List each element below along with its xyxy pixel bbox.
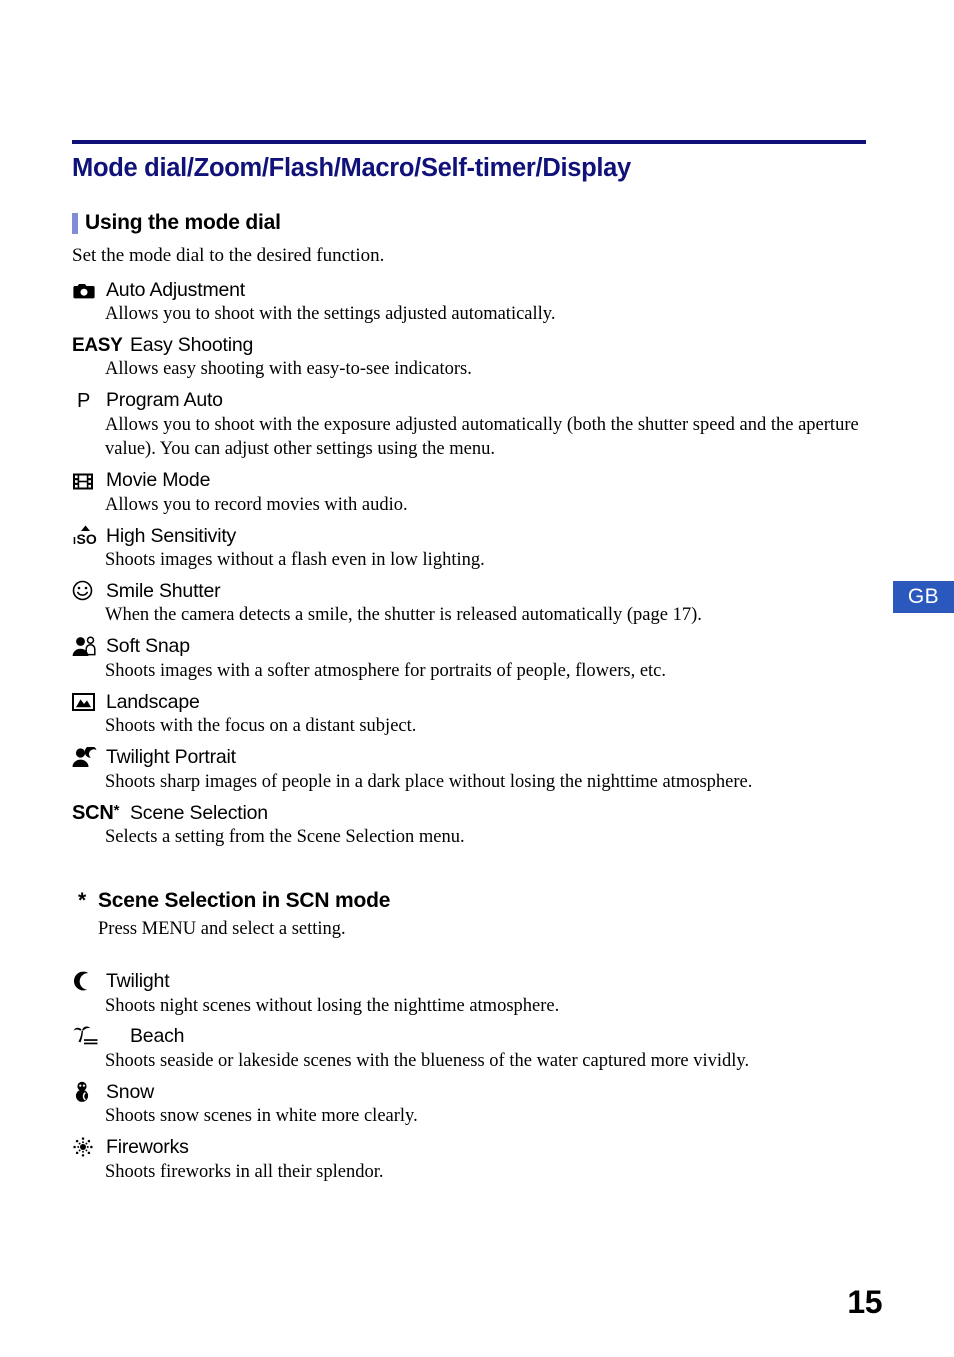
scene-entry-snow: Snow Shoots snow scenes in white more cl… (72, 1078, 866, 1128)
scene-section-heading-label: Scene Selection in SCN mode (98, 889, 391, 913)
mode-entry-auto-adjustment: Auto Adjustment Allows you to shoot with… (72, 276, 866, 326)
mode-entry-label: Movie Mode (106, 469, 211, 492)
mode-entry-description: Allows you to shoot with the settings ad… (105, 304, 556, 324)
scene-entry-beach: Beach Shoots seaside or lakeside scenes … (72, 1023, 866, 1073)
mode-entry-head: I SO High Sensitivity (72, 522, 866, 546)
mode-entry-description: Allows you to record movies with audio. (105, 494, 408, 515)
mode-entry-description: Shoots sharp images of people in a dark … (105, 771, 753, 792)
scn-text-icon: SCN* (72, 801, 126, 823)
title-rule (72, 140, 866, 144)
region-tab-gb: GB (893, 581, 954, 613)
mode-entry-head: P Program Auto (72, 387, 866, 411)
scene-entry-head: Twilight (72, 968, 866, 992)
mode-entry-description: Allows easy shooting with easy-to-see in… (105, 359, 472, 380)
program-p-icon: P (72, 389, 102, 411)
mode-entry-label: Smile Shutter (106, 579, 221, 602)
scene-entry-head: Fireworks (72, 1134, 866, 1158)
mode-entry-head: Smile Shutter (72, 577, 866, 601)
mode-entry-label: Auto Adjustment (106, 278, 246, 301)
mode-entry-head: EASY Easy Shooting (72, 331, 866, 355)
easy-text-icon: EASY (72, 333, 126, 355)
svg-text:SO: SO (77, 531, 97, 546)
crescent-moon-icon (72, 970, 102, 992)
mode-entry-scene-selection: SCN* Scene Selection Selects a setting f… (72, 799, 866, 849)
mode-entry-easy-shooting: EASY Easy Shooting Allows easy shooting … (72, 331, 866, 381)
mountain-landscape-icon (72, 690, 102, 712)
scene-entry-fireworks: Fireworks Shoots fireworks in all their … (72, 1134, 866, 1184)
scene-entry-label: Twilight (106, 970, 170, 993)
scene-entry-description: Shoots seaside or lakeside scenes with t… (105, 1050, 750, 1071)
film-strip-icon (72, 469, 102, 491)
page-content: Mode dial/Zoom/Flash/Macro/Self-timer/Di… (72, 140, 866, 1189)
program-p-glyph: P (77, 389, 91, 412)
scene-section-subtitle: Press MENU and select a setting. (98, 919, 346, 940)
scene-entry-twilight: Twilight Shoots night scenes without los… (72, 968, 866, 1018)
mode-entry-head: Auto Adjustment (72, 276, 866, 300)
mode-entry-head: Soft Snap (72, 633, 866, 657)
mode-entry-label: Program Auto (106, 389, 223, 412)
scn-asterisk: * (113, 802, 120, 820)
mode-entry-description: Shoots images with a softer atmosphere f… (105, 660, 667, 681)
mode-entry-high-sensitivity: I SO High Sensitivity Shoots images with… (72, 522, 866, 572)
mode-entry-movie-mode: Movie Mode Allows you to record movies w… (72, 467, 866, 517)
page-title: Mode dial/Zoom/Flash/Macro/Self-timer/Di… (72, 154, 631, 182)
section-heading-label: Using the mode dial (85, 211, 281, 235)
scn-text-glyph: SCN* (72, 803, 119, 823)
scene-entry-label: Beach (130, 1025, 185, 1048)
easy-text-glyph: EASY (72, 335, 123, 357)
scene-entry-label: Snow (106, 1080, 154, 1103)
section-heading-marker (72, 212, 78, 234)
palm-tree-beach-icon (72, 1025, 126, 1047)
scene-entry-description: Shoots snow scenes in white more clearly… (105, 1106, 418, 1127)
snowman-icon (72, 1080, 102, 1103)
mode-entry-label: High Sensitivity (106, 524, 237, 547)
scene-entry-head: Beach (72, 1023, 866, 1047)
mode-entry-label: Twilight Portrait (106, 746, 236, 769)
scene-section-heading: * Scene Selection in SCN mode (72, 889, 866, 913)
mode-entry-head: Movie Mode (72, 467, 866, 491)
mode-entry-label: Soft Snap (106, 635, 190, 658)
scene-entry-description: Shoots night scenes without losing the n… (105, 995, 560, 1016)
mode-entry-soft-snap: Soft Snap Shoots images with a softer at… (72, 633, 866, 683)
scene-selection-section: * Scene Selection in SCN mode Press MENU… (72, 889, 866, 1184)
mode-entry-label: Scene Selection (130, 801, 268, 824)
iso-high-sensitivity-icon: I SO (72, 524, 102, 546)
asterisk-mark: * (78, 889, 86, 913)
mode-entry-label: Landscape (106, 690, 200, 713)
mode-entry-head: Twilight Portrait (72, 744, 866, 768)
section-intro: Set the mode dial to the desired functio… (72, 245, 385, 267)
mode-entry-program-auto: P Program Auto Allows you to shoot with … (72, 387, 866, 462)
scn-letters: SCN (72, 802, 114, 825)
mode-entry-head: Landscape (72, 688, 866, 712)
person-moon-icon (72, 746, 102, 768)
mode-entry-label: Easy Shooting (130, 333, 254, 356)
camera-auto-icon (72, 278, 102, 300)
scene-entry-head: Snow (72, 1078, 866, 1103)
mode-entry-description: Shoots with the focus on a distant subje… (105, 716, 417, 737)
page-number: 15 (847, 1284, 882, 1320)
fireworks-burst-icon (72, 1136, 102, 1158)
mode-entry-description: When the camera detects a smile, the shu… (105, 605, 702, 626)
manual-page: Mode dial/Zoom/Flash/Macro/Self-timer/Di… (0, 0, 954, 1357)
mode-entry-twilight-portrait: Twilight Portrait Shoots sharp images of… (72, 744, 866, 794)
section-heading: Using the mode dial (72, 211, 866, 235)
two-people-icon (72, 635, 102, 657)
scene-entry-description: Shoots fireworks in all their splendor. (105, 1161, 384, 1182)
smiley-face-icon (72, 579, 102, 601)
mode-entry-description: Selects a setting from the Scene Selecti… (105, 827, 465, 848)
scene-entry-label: Fireworks (106, 1136, 189, 1159)
mode-entry-smile-shutter: Smile Shutter When the camera detects a … (72, 577, 866, 627)
mode-entry-landscape: Landscape Shoots with the focus on a dis… (72, 688, 866, 738)
mode-entry-description: Shoots images without a flash even in lo… (105, 550, 485, 571)
mode-entry-description: Allows you to shoot with the exposure ad… (105, 414, 859, 460)
mode-entry-head: SCN* Scene Selection (72, 799, 866, 823)
